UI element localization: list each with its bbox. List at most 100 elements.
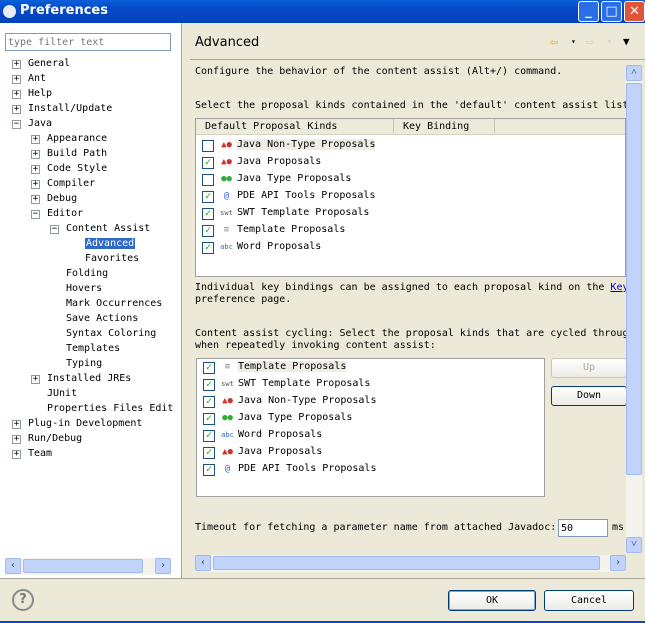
expand-icon[interactable]: + <box>12 90 21 99</box>
checkbox[interactable]: ✓ <box>202 242 214 254</box>
tree-item-general[interactable]: General <box>28 57 70 71</box>
tree-item-appearance[interactable]: Appearance <box>47 132 107 146</box>
scroll-up-icon[interactable]: ˄ <box>626 65 642 81</box>
up-button[interactable]: Up <box>551 358 627 378</box>
tree-item-advanced[interactable]: Advanced <box>85 237 136 251</box>
help-icon[interactable]: ? <box>12 589 34 611</box>
tree-item-typing[interactable]: Typing <box>66 357 102 371</box>
close-button[interactable]: ✕ <box>624 1 645 22</box>
tree-item-code-style[interactable]: Code Style <box>47 162 107 176</box>
list-item-label: SWT Template Proposals <box>238 378 371 389</box>
tree-item-label: Help <box>28 88 53 99</box>
tree-item-build-path[interactable]: Build Path <box>47 147 107 161</box>
checkbox[interactable]: ✓ <box>203 447 215 459</box>
tree-item-install-update[interactable]: Install/Update <box>28 102 112 116</box>
page-horizontal-scrollbar[interactable]: ‹ › <box>195 555 626 572</box>
tree-item-java[interactable]: Java <box>28 117 52 131</box>
tree-item-plug-in-development[interactable]: Plug-in Development <box>28 417 142 431</box>
page-vertical-scrollbar[interactable]: ˄ ˅ <box>626 65 642 553</box>
column-divider[interactable] <box>494 119 495 133</box>
cancel-button[interactable]: Cancel <box>544 590 634 611</box>
expand-icon[interactable]: + <box>31 150 40 159</box>
checkbox[interactable]: ✓ <box>203 430 215 442</box>
tree-item-help[interactable]: Help <box>28 87 52 101</box>
scroll-right-icon[interactable]: › <box>610 555 626 571</box>
scroll-thumb[interactable] <box>23 559 143 573</box>
tree-item-hovers[interactable]: Hovers <box>66 282 102 296</box>
scroll-thumb[interactable] <box>626 83 642 475</box>
tree-item-debug[interactable]: Debug <box>47 192 77 206</box>
column-divider[interactable] <box>393 119 394 133</box>
expand-icon[interactable]: + <box>31 375 40 384</box>
checkbox[interactable] <box>202 140 214 152</box>
back-icon[interactable]: ⇦ <box>550 34 558 50</box>
tree-item-syntax-coloring[interactable]: Syntax Coloring <box>66 327 156 341</box>
keys-link[interactable]: Keys <box>610 282 626 293</box>
scroll-left-icon[interactable]: ‹ <box>5 558 21 574</box>
ok-button[interactable]: OK <box>448 590 536 611</box>
scroll-thumb[interactable] <box>213 556 600 570</box>
collapse-icon[interactable]: − <box>31 210 40 219</box>
type-icon: ●● <box>221 174 232 184</box>
cycling-label: Content assist cycling: Select the propo… <box>195 328 626 339</box>
scroll-left-icon[interactable]: ‹ <box>195 555 211 571</box>
checkbox[interactable]: ✓ <box>203 396 215 408</box>
tree-item-templates[interactable]: Templates <box>66 342 120 356</box>
forward-dropdown-icon[interactable]: ▾ <box>607 37 612 46</box>
tree-item-compiler[interactable]: Compiler <box>47 177 95 191</box>
maximize-button[interactable]: □ <box>601 1 622 22</box>
forward-icon[interactable]: ⇨ <box>586 34 594 50</box>
select-kinds-label: Select the proposal kinds contained in t… <box>195 100 626 111</box>
expand-icon[interactable]: + <box>31 135 40 144</box>
expand-icon[interactable]: + <box>12 75 21 84</box>
checkbox[interactable]: ✓ <box>202 208 214 220</box>
checkbox[interactable]: ✓ <box>202 191 214 203</box>
timeout-input[interactable] <box>558 519 608 537</box>
view-menu-icon[interactable]: ▼ <box>623 35 630 48</box>
column-header-kinds[interactable]: Default Proposal Kinds <box>205 121 337 132</box>
checkbox[interactable]: ✓ <box>203 362 215 374</box>
checkbox[interactable]: ✓ <box>202 157 214 169</box>
tree-item-save-actions[interactable]: Save Actions <box>66 312 138 326</box>
list-item-label: PDE API Tools Proposals <box>238 463 377 474</box>
tree-horizontal-scrollbar[interactable]: ‹ › <box>5 558 171 575</box>
tree-item-junit[interactable]: JUnit <box>47 387 77 401</box>
expand-icon[interactable]: + <box>12 420 21 429</box>
at-icon: @ <box>224 464 231 474</box>
tree-item-label: Plug-in Development <box>28 418 143 429</box>
expand-icon[interactable]: + <box>31 165 40 174</box>
expand-icon[interactable]: + <box>31 180 40 189</box>
tree-item-ant[interactable]: Ant <box>28 72 46 86</box>
tree-item-properties-files-edit[interactable]: Properties Files Edit <box>47 402 173 416</box>
expand-icon[interactable]: + <box>31 195 40 204</box>
expand-icon[interactable]: + <box>12 435 21 444</box>
tree-item-label: Ant <box>28 73 47 84</box>
checkbox[interactable] <box>202 174 214 186</box>
collapse-icon[interactable]: − <box>50 225 59 234</box>
minimize-button[interactable]: _ <box>578 1 599 22</box>
tree-item-installed-jres[interactable]: Installed JREs <box>47 372 131 386</box>
checkbox[interactable]: ✓ <box>202 225 214 237</box>
tree-item-team[interactable]: Team <box>28 447 52 461</box>
scroll-down-icon[interactable]: ˅ <box>626 537 642 553</box>
expand-icon[interactable]: + <box>12 105 21 114</box>
tree-item-label: Advanced <box>85 238 136 249</box>
back-dropdown-icon[interactable]: ▾ <box>571 37 576 46</box>
expand-icon[interactable]: + <box>12 60 21 69</box>
tree-item-run-debug[interactable]: Run/Debug <box>28 432 82 446</box>
down-button[interactable]: Down <box>551 386 627 406</box>
checkbox[interactable]: ✓ <box>203 379 215 391</box>
tree-item-editor[interactable]: Editor <box>47 207 83 221</box>
checkbox[interactable]: ✓ <box>203 413 215 425</box>
tree-item-content-assist[interactable]: Content Assist <box>66 222 150 236</box>
list-item-label: PDE API Tools Proposals <box>237 190 376 201</box>
tree-item-favorites[interactable]: Favorites <box>85 252 139 266</box>
expand-icon[interactable]: + <box>12 450 21 459</box>
checkbox[interactable]: ✓ <box>203 464 215 476</box>
tree-item-folding[interactable]: Folding <box>66 267 108 281</box>
collapse-icon[interactable]: − <box>12 120 21 129</box>
scroll-right-icon[interactable]: › <box>155 558 171 574</box>
filter-input[interactable] <box>5 33 171 51</box>
tree-item-mark-occurrences[interactable]: Mark Occurrences <box>66 297 162 311</box>
column-header-key-binding[interactable]: Key Binding <box>403 121 469 132</box>
